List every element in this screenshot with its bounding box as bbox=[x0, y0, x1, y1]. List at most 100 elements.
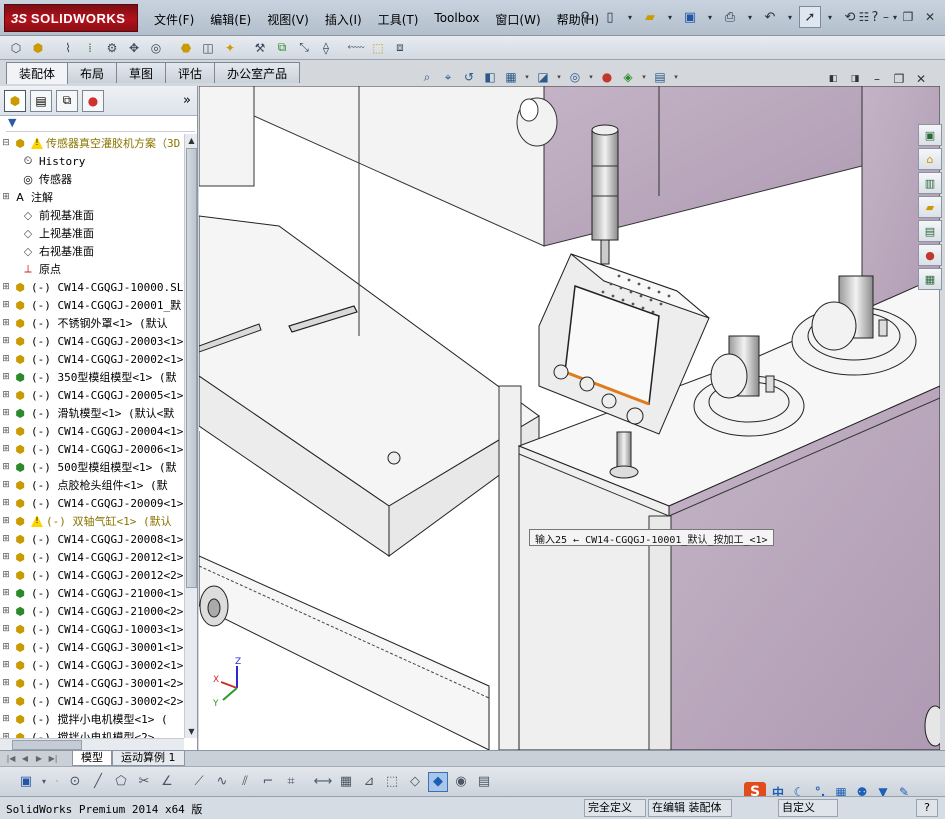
section-view-icon[interactable]: ◧ bbox=[481, 68, 499, 86]
graphics-area[interactable]: Z X Y bbox=[199, 86, 940, 750]
expand-plus-icon[interactable]: ⊞ bbox=[0, 624, 12, 634]
display-manager-tab-icon[interactable]: ● bbox=[82, 89, 104, 112]
mate-icon[interactable]: ⬢ bbox=[28, 38, 48, 58]
tree-item[interactable]: ⏲ History bbox=[0, 152, 184, 170]
expand-plus-icon[interactable]: ⊞ bbox=[0, 444, 12, 454]
print-icon[interactable]: ⎙ bbox=[719, 6, 741, 28]
menu-view[interactable]: 视图(V) bbox=[259, 9, 317, 30]
doc-minimize-icon[interactable]: – bbox=[868, 70, 886, 88]
corner-icon[interactable]: ⌐ bbox=[258, 772, 278, 792]
expand-plus-icon[interactable]: ⊞ bbox=[0, 480, 12, 490]
last-tab-icon[interactable]: ▶| bbox=[46, 751, 60, 766]
tree-vertical-scrollbar[interactable]: ▲ ▼ bbox=[184, 134, 197, 738]
bill-of-materials-icon[interactable]: ⚒ bbox=[250, 38, 270, 58]
grid-icon[interactable]: ▦ bbox=[336, 772, 356, 792]
tree-item[interactable]: ⊞ ⬢ (-) CW14-CGQGJ-20003<1> bbox=[0, 332, 184, 350]
menu-file[interactable]: 文件(F) bbox=[146, 9, 202, 30]
tree-item[interactable]: ⊞ ⬢ (-) CW14-CGQGJ-30001<1> bbox=[0, 638, 184, 656]
help-status-icon[interactable]: ? bbox=[916, 799, 938, 817]
solidworks-resources-icon[interactable]: ▣ bbox=[918, 124, 942, 146]
offset-icon[interactable]: ⌗ bbox=[281, 772, 301, 792]
polygon-icon[interactable]: ⬠ bbox=[111, 772, 131, 792]
tab-motion-study-1[interactable]: 运动算例 1 bbox=[112, 751, 185, 766]
select-dropdown-icon[interactable]: ▾ bbox=[824, 6, 836, 28]
view-orientation-dropdown-icon[interactable]: ▾ bbox=[523, 68, 531, 86]
tree-item[interactable]: ⊞ ⬢ (-) CW14-CGQGJ-21000<1> bbox=[0, 584, 184, 602]
close-icon[interactable]: ✕ bbox=[921, 8, 939, 26]
tree-item[interactable]: ⊞ ⬢ (-) CW14-CGQGJ-20009<1> bbox=[0, 494, 184, 512]
reference-geometry-icon[interactable]: ◫ bbox=[198, 38, 218, 58]
tree-item[interactable]: ◇ 右视基准面 bbox=[0, 242, 184, 260]
next-tab-icon[interactable]: ▶ bbox=[32, 751, 46, 766]
menu-edit[interactable]: 编辑(E) bbox=[202, 9, 259, 30]
restore-icon[interactable]: ❐ bbox=[899, 8, 917, 26]
units-status[interactable]: 自定义 bbox=[778, 799, 838, 817]
tab-model[interactable]: 模型 bbox=[72, 751, 112, 766]
expand-plus-icon[interactable]: ⊞ bbox=[0, 678, 12, 688]
expand-plus-icon[interactable]: ⊞ bbox=[0, 300, 12, 310]
expand-plus-icon[interactable]: ⊞ bbox=[0, 498, 12, 508]
tree-item[interactable]: ◇ 上视基准面 bbox=[0, 224, 184, 242]
point-icon[interactable]: · bbox=[52, 772, 62, 792]
file-explorer-icon[interactable]: ▰ bbox=[918, 196, 942, 218]
minimize-icon[interactable]: – bbox=[877, 8, 895, 26]
shaded-cube-icon[interactable]: ◆ bbox=[428, 771, 448, 792]
view-orientation-icon[interactable]: ◪ bbox=[534, 68, 552, 86]
tree-item[interactable]: ⊞ ⬢ (-) CW14-CGQGJ-20001_默 bbox=[0, 296, 184, 314]
save-icon[interactable]: ▣ bbox=[16, 772, 36, 792]
doc-close-icon[interactable]: ✕ bbox=[912, 70, 930, 88]
interference-detection-icon[interactable]: ⟠ bbox=[316, 38, 336, 58]
menu-toolbox[interactable]: Toolbox bbox=[426, 9, 487, 30]
design-library-icon[interactable]: ▥ bbox=[918, 172, 942, 194]
cube-wireframe-icon[interactable]: ◇ bbox=[405, 772, 425, 792]
tree-item[interactable]: ⊟ ⬢! 传感器真空灌胶机方案（3D bbox=[0, 134, 184, 152]
expand-plus-icon[interactable]: ⊞ bbox=[0, 390, 12, 400]
expand-plus-icon[interactable]: ⊞ bbox=[0, 372, 12, 382]
expand-plus-icon[interactable]: ⊞ bbox=[0, 354, 12, 364]
hole-alignment-icon[interactable]: ⬚ bbox=[368, 38, 388, 58]
expand-plus-icon[interactable]: ⊞ bbox=[0, 606, 12, 616]
tree-item[interactable]: ⊞ ⬢ (-) CW14-CGQGJ-20006<1> bbox=[0, 440, 184, 458]
tree-item[interactable]: ⊞ ⬢ (-) CW14-CGQGJ-30001<2> bbox=[0, 674, 184, 692]
tab-office-products[interactable]: 办公室产品 bbox=[214, 62, 301, 83]
tab-layout[interactable]: 布局 bbox=[67, 62, 118, 83]
print-dropdown-icon[interactable]: ▾ bbox=[744, 6, 756, 28]
tree-item[interactable]: ⊞ ⬢ (-) CW14-CGQGJ-20005<1> bbox=[0, 386, 184, 404]
pin-icon[interactable]: ⚲ bbox=[574, 6, 596, 28]
menu-insert[interactable]: 插入(I) bbox=[317, 9, 370, 30]
explode-line-sketch-icon[interactable]: ⤡ bbox=[294, 38, 314, 58]
tree-item[interactable]: ⊞ ⬢! (-) 双轴气缸<1> (默认 bbox=[0, 512, 184, 530]
expand-plus-icon[interactable]: ⊞ bbox=[0, 516, 12, 526]
tree-item[interactable]: ⊞ ⬢ (-) 350型模组模型<1> (默 bbox=[0, 368, 184, 386]
display-style-dropdown-icon[interactable]: ▾ bbox=[555, 68, 563, 86]
tree-horizontal-scrollbar[interactable] bbox=[0, 738, 184, 750]
move-component-icon[interactable]: ✥ bbox=[124, 38, 144, 58]
dimension-icon[interactable]: ⟷ bbox=[313, 772, 333, 792]
box-icon[interactable]: ⬚ bbox=[382, 772, 402, 792]
expand-plus-icon[interactable]: ⊞ bbox=[0, 570, 12, 580]
tree-filter[interactable]: ▼ bbox=[6, 116, 195, 132]
property-manager-tab-icon[interactable]: ▤ bbox=[30, 89, 52, 112]
assembly-features-icon[interactable]: ⬣ bbox=[176, 38, 196, 58]
tree-item[interactable]: ⊞ A 注解 bbox=[0, 188, 184, 206]
tree-item[interactable]: ⊞ ⬢ (-) 滑轨模型<1> (默认<默 bbox=[0, 404, 184, 422]
tree-item[interactable]: ⟂ 原点 bbox=[0, 260, 184, 278]
table-icon[interactable]: ▤ bbox=[474, 772, 494, 792]
previous-view-icon[interactable]: ↺ bbox=[460, 68, 478, 86]
tree-item[interactable]: ⊞ ⬢ (-) CW14-CGQGJ-10000.SL bbox=[0, 278, 184, 296]
tree-item[interactable]: ⊞ ⬢ (-) CW14-CGQGJ-21000<2> bbox=[0, 602, 184, 620]
expand-plus-icon[interactable]: ⊞ bbox=[0, 588, 12, 598]
tab-sketch[interactable]: 草图 bbox=[116, 62, 167, 83]
tab-evaluate[interactable]: 评估 bbox=[165, 62, 216, 83]
camera-icon[interactable]: ◉ bbox=[451, 772, 471, 792]
new-document-icon[interactable]: ▯ bbox=[599, 6, 621, 28]
menu-window[interactable]: 窗口(W) bbox=[487, 9, 548, 30]
expand-plus-icon[interactable]: ⊞ bbox=[0, 642, 12, 652]
open-folder-icon[interactable]: ▰ bbox=[639, 6, 661, 28]
home-icon[interactable]: ⌂ bbox=[918, 148, 942, 170]
more-tabs-icon[interactable]: » bbox=[183, 93, 191, 108]
view-palette-icon[interactable]: ▤ bbox=[918, 220, 942, 242]
scroll-down-icon[interactable]: ▼ bbox=[185, 725, 198, 738]
view-settings-dropdown-icon[interactable]: ▾ bbox=[672, 68, 680, 86]
tree-item[interactable]: ⊞ ⬢ (-) CW14-CGQGJ-10003<1> bbox=[0, 620, 184, 638]
